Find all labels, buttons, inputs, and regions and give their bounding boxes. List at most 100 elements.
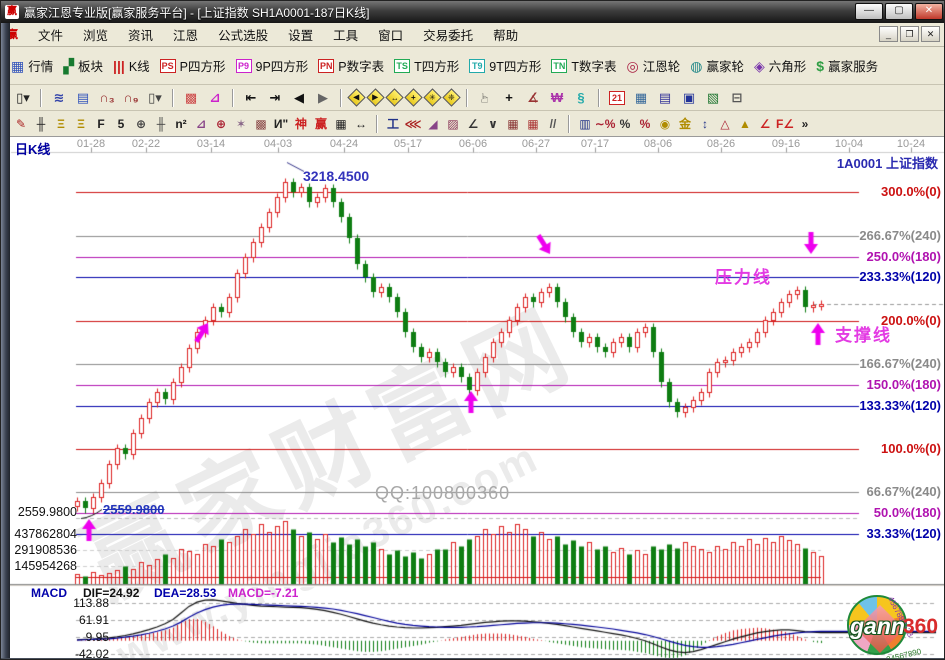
t-number-table-button[interactable]: TNT数字表 — [551, 56, 616, 75]
menu-item-5[interactable]: 设置 — [278, 22, 323, 47]
save-icon[interactable]: ▣ — [678, 88, 700, 108]
diamond-4way-icon[interactable]: ✳ — [423, 88, 441, 106]
compass-icon[interactable]: ⊕ — [132, 114, 151, 134]
angle-red-icon[interactable]: ∠ — [756, 114, 775, 134]
wave-marks-icon[interactable]: И" — [272, 114, 291, 134]
menu-item-1[interactable]: 浏览 — [73, 22, 118, 47]
angle-lines-icon[interactable]: ∠ — [464, 114, 483, 134]
next-button[interactable]: ▶ — [312, 88, 334, 108]
menu-item-8[interactable]: 交易委托 — [413, 22, 483, 47]
gold-triangle-icon[interactable]: ▲ — [736, 114, 755, 134]
color-flag-icon[interactable]: ⊿ — [204, 88, 226, 108]
wave-9-icon[interactable]: ∩₉ — [120, 88, 142, 108]
grid-123-icon[interactable]: ▦ — [332, 114, 351, 134]
hatch-icon[interactable]: // — [544, 114, 563, 134]
t-square-button[interactable]: TST四方形 — [394, 56, 459, 75]
calculator-icon[interactable]: ▦ — [630, 88, 652, 108]
pattern-tool-icon[interactable]: ≋ — [48, 88, 70, 108]
diamond-h-icon[interactable]: ↔ — [385, 88, 403, 106]
crosshair-icon[interactable]: + — [498, 88, 520, 108]
gold-circle-icon[interactable]: ◉ — [656, 114, 675, 134]
shen-tool-icon[interactable]: 神 — [292, 114, 311, 134]
winner-service-button[interactable]: $赢家服务 — [816, 56, 878, 75]
child-close-button[interactable]: ✕ — [921, 26, 940, 42]
9t-square-button[interactable]: T99T四方形 — [469, 56, 541, 75]
kline-button[interactable]: |||K线 — [113, 56, 150, 75]
zigzag-icon[interactable]: ∨ — [484, 114, 503, 134]
p-square-button[interactable]: PSP四方形 — [160, 56, 226, 75]
menu-item-2[interactable]: 资讯 — [118, 22, 163, 47]
grid-fine-red-icon[interactable]: ▦ — [524, 114, 543, 134]
gold-level-icon[interactable]: 金 — [676, 114, 695, 134]
more-tools-icon[interactable]: » — [796, 114, 815, 134]
gann-wheel-button[interactable]: ◎江恩轮 — [627, 56, 681, 75]
f-ruler-icon[interactable]: F — [92, 114, 111, 134]
single-candle-dropdown[interactable]: ▯▾ — [144, 88, 166, 108]
last-page-button[interactable]: ⇥ — [264, 88, 286, 108]
minimize-button[interactable]: — — [855, 3, 883, 20]
diamond-left-icon[interactable]: ◀ — [347, 88, 365, 106]
sail-angle-icon[interactable]: ⊿ — [192, 114, 211, 134]
brush-tool-icon[interactable]: ✎ — [12, 114, 31, 134]
diamond-right-icon[interactable]: ▶ — [366, 88, 384, 106]
menu-item-3[interactable]: 江恩 — [163, 22, 208, 47]
n-squared-icon[interactable]: n² — [172, 114, 191, 134]
p-number-table-button[interactable]: PNP数字表 — [318, 56, 384, 75]
web-box-icon[interactable]: ▨ — [444, 114, 463, 134]
price-arrow-icon[interactable]: ↕ — [696, 114, 715, 134]
winner-wheel-button[interactable]: ◍赢家轮 — [690, 56, 744, 75]
sectors-button[interactable]: ▞板块 — [63, 56, 103, 75]
first-page-button[interactable]: ⇤ — [240, 88, 262, 108]
purple-grid-icon[interactable]: ₩ — [546, 88, 568, 108]
menu-item-7[interactable]: 窗口 — [368, 22, 413, 47]
network-icon[interactable]: ▧ — [702, 88, 724, 108]
menu-item-9[interactable]: 帮助 — [483, 22, 528, 47]
hexagon-button[interactable]: ◈六角形 — [754, 56, 806, 75]
chart-canvas[interactable] — [1, 137, 945, 660]
grid-comb-icon[interactable]: ╫ — [32, 114, 51, 134]
printer-icon[interactable]: ⊟ — [726, 88, 748, 108]
percent-wave-icon[interactable]: ∼% — [596, 114, 615, 134]
diamond-cross-icon[interactable]: + — [404, 88, 422, 106]
quotes-button[interactable]: ▦行情 — [11, 56, 53, 75]
starburst-icon[interactable]: ✶ — [232, 114, 251, 134]
menu-item-6[interactable]: 工具 — [323, 22, 368, 47]
9p-square-button[interactable]: P99P四方形 — [236, 56, 309, 75]
menu-item-4[interactable]: 公式选股 — [208, 22, 278, 47]
span-arrows-icon[interactable]: ↔ — [352, 114, 371, 134]
child-restore-button[interactable]: ❐ — [900, 26, 919, 42]
wave-triangle-icon[interactable]: △ — [716, 114, 735, 134]
ying-tool-icon[interactable]: 赢 — [312, 114, 331, 134]
teal-fan-icon[interactable]: § — [570, 88, 592, 108]
report-icon[interactable]: ▤ — [654, 88, 676, 108]
gann-percent-label: 33.33%(120) — [831, 526, 941, 541]
percent-line-icon[interactable]: % — [636, 114, 655, 134]
percent-icon[interactable]: % — [616, 114, 635, 134]
menu-item-0[interactable]: 文件 — [28, 22, 73, 47]
prev-button[interactable]: ◀ — [288, 88, 310, 108]
spider-web-icon[interactable]: ▩ — [252, 114, 271, 134]
gann-frame-icon[interactable]: ▩ — [180, 88, 202, 108]
notes-icon[interactable]: ▤ — [72, 88, 94, 108]
column-layout-icon[interactable]: ▥ — [576, 114, 595, 134]
title-bar[interactable]: 赢 赢家江恩专业版[赢家服务平台] - [上证指数 SH1A0001-187日K… — [1, 1, 945, 23]
beam-tool-icon[interactable]: 工 — [384, 114, 403, 134]
child-minimize-button[interactable]: _ — [879, 26, 898, 42]
f-angle-red-icon[interactable]: F∠ — [776, 114, 795, 134]
close-button[interactable]: ✕ — [915, 3, 943, 20]
wave-3-icon[interactable]: ∩₃ — [96, 88, 118, 108]
maximize-button[interactable]: ▢ — [885, 3, 913, 20]
fan-lines-icon[interactable]: ⋘ — [404, 114, 423, 134]
tick-ruler-icon[interactable]: ╫ — [152, 114, 171, 134]
gold-gate-2-icon[interactable]: Ξ — [72, 114, 91, 134]
angle-measure-icon[interactable]: ∡ — [522, 88, 544, 108]
target-icon[interactable]: ⊕ — [212, 114, 231, 134]
diamond-4way-bold-icon[interactable]: ❈ — [442, 88, 460, 106]
wedge-tool-icon[interactable]: ◢ — [424, 114, 443, 134]
hand-tool-icon[interactable]: ☞ — [474, 88, 496, 108]
gold-gate-1-icon[interactable]: Ξ — [52, 114, 71, 134]
grid-fine-icon[interactable]: ▦ — [504, 114, 523, 134]
calendar-21-icon[interactable]: 21 — [606, 88, 628, 108]
candle-style-dropdown[interactable]: ▯▾ — [12, 88, 34, 108]
five-ruler-icon[interactable]: 5 — [112, 114, 131, 134]
